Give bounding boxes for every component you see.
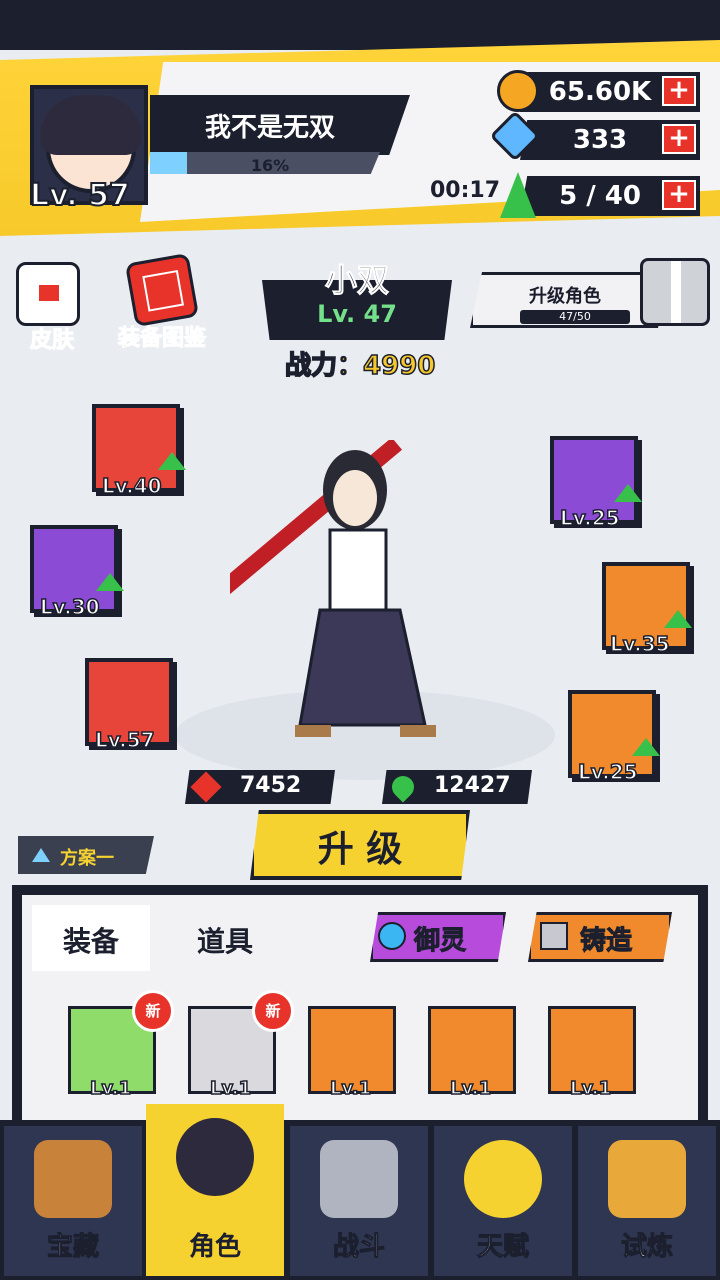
hero-level: Lv. 47 — [317, 300, 397, 328]
bag-item-level: Lv.1 — [89, 1077, 132, 1100]
hero-shirt — [328, 528, 388, 612]
upgrade-role-progress-text: 47/50 — [559, 310, 591, 323]
tab-items[interactable]: 道具 — [175, 920, 275, 960]
plan-label: 方案一 — [60, 848, 114, 869]
upgrade-arrow-icon — [96, 573, 124, 591]
exp-percent: 16% — [250, 156, 290, 175]
hp-value: 12427 — [434, 773, 511, 798]
spirit-label: 御灵 — [413, 926, 467, 957]
nav-battle-label: 战斗 — [332, 1232, 385, 1263]
equip-level-boots: Lv.25 — [577, 759, 638, 785]
nav-talent-label: 天赋 — [476, 1232, 529, 1263]
bag-item-level: Lv.1 — [329, 1077, 372, 1100]
forge-label: 铸造 — [579, 926, 633, 957]
nav-treasure[interactable]: 宝藏 — [4, 1126, 142, 1276]
bag-item-level: Lv.1 — [209, 1077, 252, 1100]
upgrade-button-label: 升 级 — [317, 829, 403, 870]
tab-equip-label: 装备 — [62, 925, 119, 958]
hero-character[interactable] — [230, 440, 480, 750]
nav-role[interactable]: 角色 — [146, 1104, 284, 1276]
equip-level-ring: Lv.30 — [39, 594, 100, 620]
book-icon — [142, 269, 185, 312]
attack-value: 7452 — [240, 773, 302, 798]
new-badge: 新 — [252, 990, 294, 1032]
upgrade-role-label: 升级角色 — [529, 286, 601, 307]
upgrade-arrow-icon — [614, 484, 642, 502]
upgrade-arrow-icon — [632, 738, 660, 756]
hero-name: 小双 — [324, 261, 389, 300]
paw-coin-icon — [497, 70, 539, 112]
crossed-swords-icon — [320, 1140, 398, 1218]
nav-trial[interactable]: 试炼 — [578, 1126, 716, 1276]
equip-level-armor: Lv.35 — [609, 631, 670, 657]
nav-talent[interactable]: 天赋 — [434, 1126, 572, 1276]
upgrade-arrow-icon — [158, 452, 186, 470]
triangle-up-icon — [32, 848, 50, 862]
hero-face — [333, 470, 377, 526]
equip-level-weapon: Lv.57 — [94, 727, 155, 753]
skin-button[interactable] — [16, 262, 80, 326]
hero-power: 战力：4990 — [284, 345, 436, 382]
energy-value: 5 / 40 — [559, 181, 641, 211]
character-icon — [176, 1118, 254, 1196]
equip-level-helmet: Lv.25 — [559, 505, 620, 531]
winged-sword-icon — [608, 1140, 686, 1218]
add-gold-button[interactable]: + — [662, 76, 696, 106]
equip-gallery-label: 装备图鉴 — [117, 326, 207, 352]
nav-trial-label: 试炼 — [620, 1232, 673, 1263]
player-level: Lv. 57 — [29, 177, 131, 214]
add-energy-button[interactable]: + — [662, 180, 696, 210]
uniform-icon — [39, 285, 59, 301]
upgrade-arrow-icon — [664, 610, 692, 628]
add-gem-button[interactable]: + — [662, 124, 696, 154]
nav-battle[interactable]: 战斗 — [290, 1126, 428, 1276]
bag-item-level: Lv.1 — [449, 1077, 492, 1100]
equip-gallery-button[interactable] — [124, 252, 200, 328]
treasure-chest-icon — [34, 1140, 112, 1218]
hammer-icon — [540, 922, 568, 950]
energy-timer: 00:17 — [430, 178, 501, 203]
top-strip — [0, 0, 720, 50]
power-label: 战力： — [284, 350, 364, 382]
spirit-icon — [378, 922, 406, 950]
gold-value: 65.60K — [548, 77, 652, 107]
power-value: 4990 — [362, 350, 436, 382]
skin-label: 皮肤 — [29, 328, 75, 354]
gift-ribbon — [671, 261, 681, 323]
new-badge: 新 — [132, 990, 174, 1032]
gem-value: 333 — [572, 125, 628, 155]
hero-shoe-right — [400, 725, 436, 737]
gift-box-icon[interactable] — [640, 258, 710, 326]
bag-item-level: Lv.1 — [569, 1077, 612, 1100]
nav-treasure-label: 宝藏 — [46, 1232, 99, 1263]
hero-skirt — [298, 608, 427, 727]
nav-role-label: 角色 — [188, 1232, 241, 1262]
lightbulb-icon — [464, 1140, 542, 1218]
equip-level-book: Lv.40 — [101, 473, 162, 499]
hero-shoe-left — [295, 725, 331, 737]
lightning-icon — [500, 172, 536, 218]
player-name: 我不是无双 — [204, 113, 335, 143]
avatar-hair — [40, 95, 142, 155]
